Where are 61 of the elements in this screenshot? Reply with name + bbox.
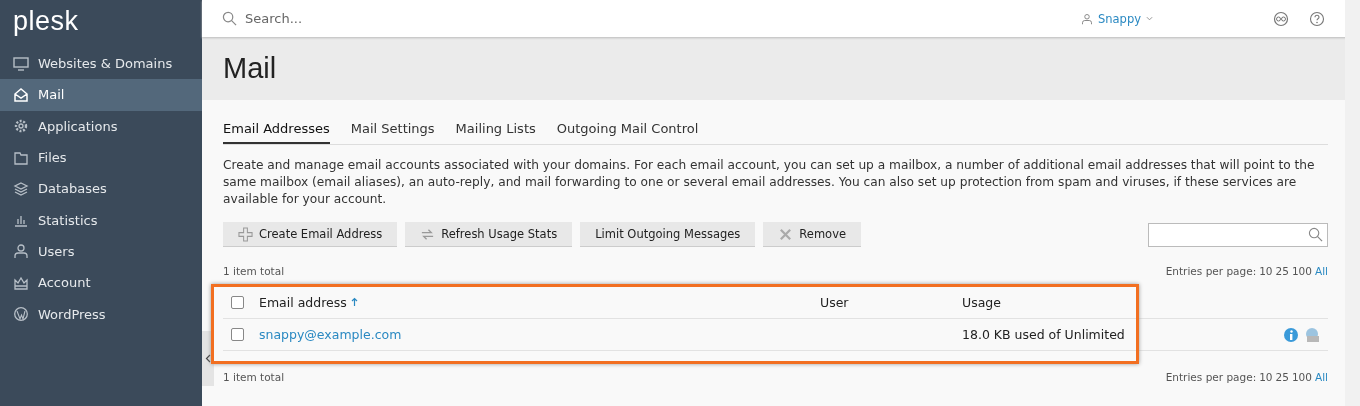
wordpress-icon (13, 306, 29, 322)
help-icon[interactable] (1309, 10, 1325, 27)
search-icon (1308, 227, 1323, 242)
row-checkbox[interactable] (231, 328, 244, 341)
entries-label: Entries per page: (1165, 371, 1257, 383)
monitor-icon (13, 55, 29, 72)
toolbar-button[interactable]: Remove (763, 222, 862, 247)
column-header[interactable]: User (820, 295, 849, 310)
user-icon (1080, 12, 1093, 25)
tab[interactable]: Outgoing Mail Control (556, 119, 699, 144)
sort-arrow-icon (350, 297, 358, 307)
folder-icon (13, 149, 29, 166)
sidebar-item[interactable]: WordPress (0, 298, 202, 330)
page-size-option[interactable]: 25 (1275, 371, 1289, 383)
item-count: 1 item total (223, 371, 285, 383)
sidebar-item[interactable]: Users (0, 235, 202, 268)
mail-icon (13, 86, 29, 103)
plus-icon (238, 226, 253, 242)
chevron-left-icon (205, 354, 211, 363)
select-all-checkbox[interactable] (231, 296, 244, 309)
cross-icon (778, 226, 794, 242)
plesk-logo: plesk (12, 5, 79, 38)
toolbar-button[interactable]: Create Email Address (223, 222, 398, 247)
user-icon (13, 243, 29, 260)
sidebar-item[interactable]: Statistics (0, 204, 202, 236)
page-size-option[interactable]: 10 (1259, 371, 1273, 383)
tab[interactable]: Mail Settings (350, 119, 435, 144)
sidebar-item[interactable]: Databases (0, 173, 202, 205)
sidebar-item[interactable]: Applications (0, 110, 202, 142)
filter-field[interactable] (1148, 222, 1328, 247)
page-size-option[interactable]: All (1314, 371, 1328, 383)
item-count: 1 item total (223, 265, 285, 277)
sidebar-item[interactable]: Websites & Domains (0, 48, 202, 80)
page-size-option[interactable]: 100 (1291, 371, 1312, 383)
page-size-option[interactable]: 10 (1259, 265, 1273, 277)
layers-icon (13, 180, 29, 197)
page-size-option[interactable]: All (1314, 265, 1328, 277)
tab[interactable]: Email Addresses (223, 119, 330, 144)
description-text: Create and manage email accounts associated with your domains. For each email account, you can set up a mailbox, a number of additional email addresses that will point to the same mailbox (email aliases), an auto-reply, and mail forwarding to one or several email addresses. You can also set up protection from spam and viruses, if these services are available for your account. (223, 157, 1316, 208)
gear-icon (13, 118, 29, 135)
toolbar-button[interactable]: Limit Outgoing Messages (580, 222, 756, 247)
column-header[interactable]: Usage (962, 295, 1001, 310)
table-cell: 18.0 KB used of Unlimited (962, 327, 1125, 342)
sidebar-item[interactable]: Files (0, 141, 202, 174)
search-field[interactable]: Search... (243, 10, 547, 27)
entries-label: Entries per page: (1165, 265, 1257, 277)
user-menu[interactable]: Snappy (1097, 11, 1141, 26)
search-icon (222, 11, 237, 26)
page-size-option[interactable]: 100 (1291, 265, 1312, 277)
collapse-handle[interactable] (202, 331, 214, 386)
column-header[interactable]: Email address (259, 295, 358, 310)
info-icon[interactable] (1283, 326, 1299, 343)
toolbar-button[interactable]: Refresh Usage Stats (405, 222, 573, 247)
caret-icon[interactable] (1146, 16, 1153, 21)
scrollbar[interactable] (1345, 0, 1360, 406)
page-title: Mail (223, 52, 277, 85)
page-size-option[interactable]: 25 (1275, 265, 1289, 277)
sidebar-item[interactable]: Mail (0, 79, 202, 111)
sidebar-item[interactable]: Account (0, 267, 202, 299)
email-link[interactable]: snappy@example.com (259, 327, 402, 342)
tab[interactable]: Mailing Lists (455, 119, 536, 144)
